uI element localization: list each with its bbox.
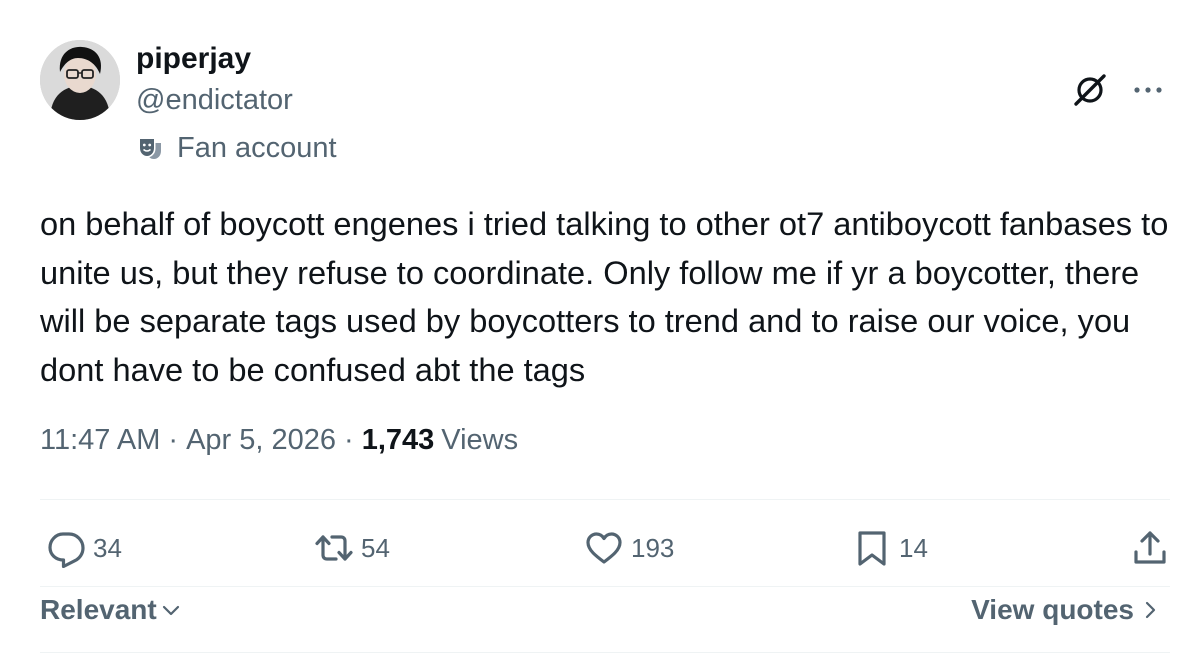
avatar[interactable] <box>40 40 120 120</box>
bookmark-button[interactable]: 14 <box>852 528 928 568</box>
replies-toolbar: Relevant View quotes <box>40 594 1170 634</box>
repost-icon <box>315 535 353 561</box>
sort-label: Relevant <box>40 594 157 625</box>
repost-button[interactable]: 54 <box>314 528 390 568</box>
account-label: Fan account <box>136 132 337 165</box>
share-icon <box>1134 531 1166 564</box>
tweet-text: on behalf of boycott engenes i tried tal… <box>40 205 1169 388</box>
like-count: 193 <box>631 532 675 563</box>
user-handle[interactable]: @endictator <box>136 84 293 117</box>
chevron-right-icon <box>1145 601 1156 619</box>
tweet-time[interactable]: 11:47 AM <box>40 424 160 457</box>
like-button[interactable]: 193 <box>584 528 674 568</box>
bookmark-count: 14 <box>899 532 928 563</box>
meta-separator-2: · <box>344 424 354 456</box>
view-quotes-label: View quotes <box>971 594 1134 625</box>
divider-2 <box>40 586 1170 587</box>
theater-masks-icon <box>136 135 164 163</box>
sort-dropdown[interactable]: Relevant <box>40 594 183 626</box>
display-name[interactable]: piperjay <box>136 42 251 76</box>
heart-icon <box>586 532 622 564</box>
reply-icon <box>48 532 85 568</box>
avatar-image <box>40 40 120 120</box>
tweet-date[interactable]: Apr 5, 2026 <box>186 424 336 457</box>
view-quotes-link[interactable]: View quotes <box>971 594 1162 626</box>
tweet-meta: 11:47 AM · Apr 5, 2026 · 1,743 Views <box>40 424 518 457</box>
action-bar: 34 54 193 14 <box>40 528 1170 572</box>
account-label-text: Fan account <box>177 132 337 164</box>
tweet-header-actions <box>1070 70 1168 110</box>
chevron-down-icon <box>162 605 179 616</box>
divider <box>40 499 1170 500</box>
share-button[interactable] <box>1130 528 1170 568</box>
meta-separator: · <box>168 424 179 456</box>
divider-3 <box>40 652 1170 653</box>
views-count: 1,743 <box>361 424 435 456</box>
repost-count: 54 <box>361 532 390 563</box>
bookmark-icon <box>858 531 886 566</box>
reply-count: 34 <box>93 532 122 563</box>
views-label: Views <box>441 424 519 456</box>
grok-icon[interactable] <box>1070 70 1110 110</box>
more-options-icon[interactable] <box>1128 70 1168 110</box>
reply-button[interactable]: 34 <box>46 528 122 568</box>
